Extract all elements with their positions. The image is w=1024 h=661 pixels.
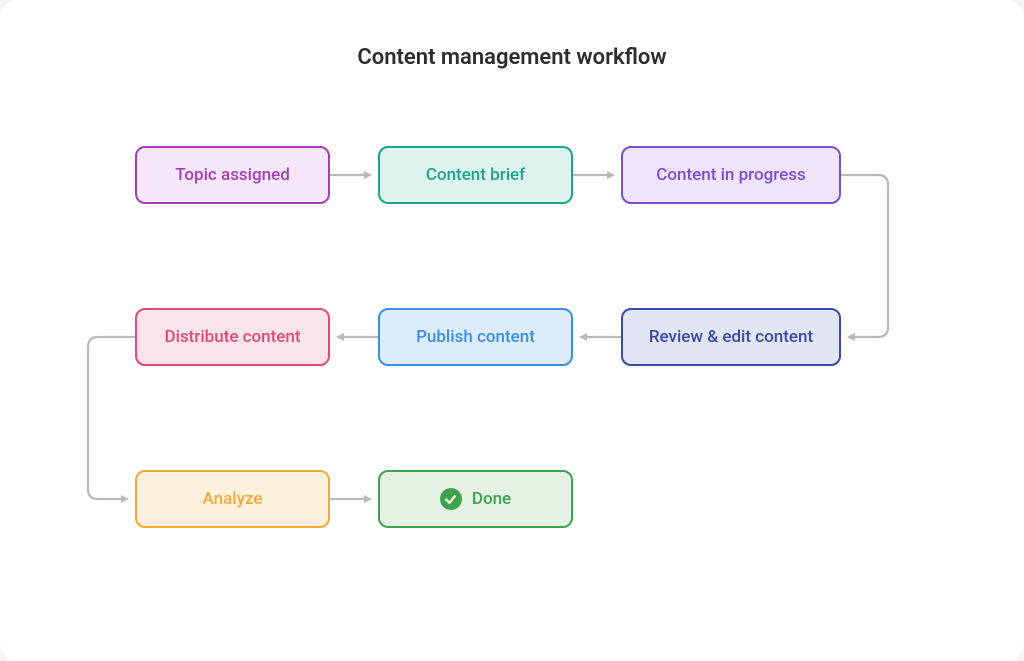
node-label: Publish content bbox=[416, 327, 535, 347]
node-content-brief: Content brief bbox=[378, 146, 573, 204]
node-done: Done bbox=[378, 470, 573, 528]
node-content-in-progress: Content in progress bbox=[621, 146, 841, 204]
diagram-card: Content management workflow Topic assign… bbox=[0, 0, 1024, 661]
node-publish-content: Publish content bbox=[378, 308, 573, 366]
arrow-progress-to-review bbox=[841, 175, 888, 337]
node-distribute-content: Distribute content bbox=[135, 308, 330, 366]
node-topic-assigned: Topic assigned bbox=[135, 146, 330, 204]
node-label: Topic assigned bbox=[175, 165, 290, 185]
node-label: Review & edit content bbox=[649, 327, 813, 347]
node-label: Content in progress bbox=[656, 165, 805, 185]
arrow-distribute-to-analyze bbox=[88, 337, 135, 499]
node-review-edit: Review & edit content bbox=[621, 308, 841, 366]
node-label: Content brief bbox=[426, 165, 525, 185]
node-analyze: Analyze bbox=[135, 470, 330, 528]
node-label: Analyze bbox=[203, 489, 263, 509]
check-circle-icon bbox=[440, 488, 462, 510]
node-label: Distribute content bbox=[164, 327, 300, 347]
node-label: Done bbox=[472, 489, 511, 509]
